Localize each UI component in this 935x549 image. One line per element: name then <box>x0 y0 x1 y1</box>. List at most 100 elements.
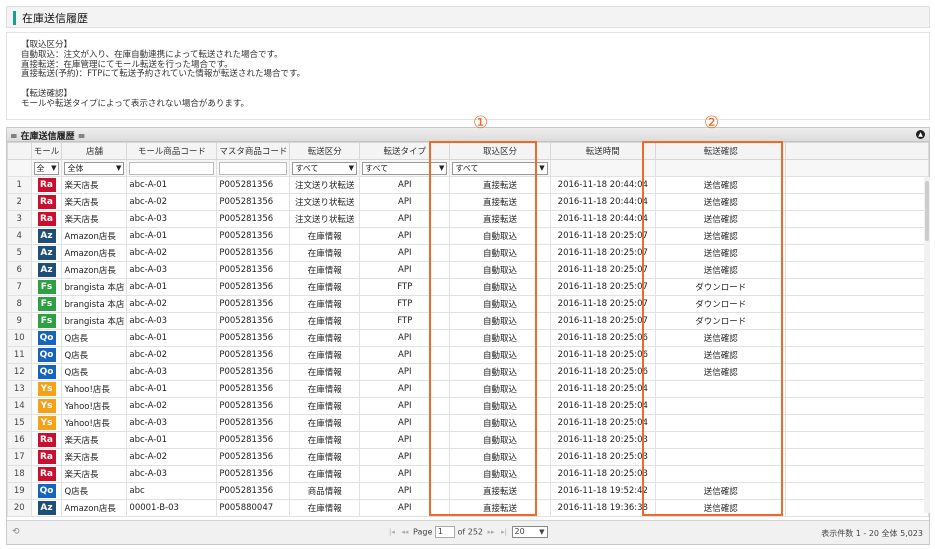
spacer-cell <box>785 482 929 500</box>
time-cell: 2016-11-18 19:36:38 <box>549 499 657 517</box>
mall-badge-cell: Az <box>30 244 63 262</box>
store-cell: 楽天店長 <box>61 210 128 228</box>
send-type-cell: 在庫情報 <box>289 278 361 296</box>
mall-badge-cell: Qo <box>30 482 63 500</box>
annotation-mark-1: ① <box>473 113 489 133</box>
spacer-cell <box>785 176 929 194</box>
highlight-box-confirm <box>642 141 783 516</box>
mall-code-cell: abc-A-01 <box>126 176 218 194</box>
time-cell: 2016-11-18 20:25:07 <box>549 244 657 262</box>
mall-badge-icon: Ys <box>37 416 56 430</box>
mall-code-cell: abc-A-02 <box>126 397 218 415</box>
spacer-cell <box>785 295 929 313</box>
send-type-cell: 在庫情報 <box>289 312 361 330</box>
store-cell: 楽天店長 <box>61 431 128 449</box>
vertical-scrollbar[interactable] <box>924 177 930 513</box>
master-code-cell: P005281356 <box>216 210 291 228</box>
info-line <box>21 80 921 90</box>
mall-badge-cell: Qo <box>30 346 63 364</box>
send-type-filter-select[interactable]: すべて ▼ <box>292 161 358 175</box>
mall-badge-cell: Qo <box>30 329 63 347</box>
mall-badge-icon: Az <box>37 263 56 277</box>
mall-badge-icon: Ra <box>37 450 56 464</box>
master-code-cell: P005281356 <box>216 346 291 364</box>
send-type-cell: 在庫情報 <box>289 244 361 262</box>
column-header-send-type[interactable]: 転送区分 <box>289 142 361 160</box>
page-number-input[interactable]: 1 <box>434 526 455 538</box>
row-number: 15 <box>7 414 32 432</box>
mall-badge-icon: Ra <box>37 195 56 209</box>
title-accent <box>13 11 16 25</box>
row-number: 2 <box>7 193 32 211</box>
time-cell: 2016-11-18 20:25:04 <box>549 397 657 415</box>
column-header-time[interactable]: 転送時間 <box>549 142 657 160</box>
scrollbar-thumb[interactable] <box>925 181 929 241</box>
collapse-icon[interactable]: ▲ <box>916 130 925 139</box>
master-code-cell: P005281356 <box>216 465 291 483</box>
master-code-cell: P005880047 <box>216 499 291 517</box>
prev-page-icon[interactable]: ◂◂ <box>399 528 410 536</box>
time-cell: 2016-11-18 20:25:07 <box>549 261 657 279</box>
mall-badge-cell: Ra <box>30 193 63 211</box>
first-page-icon[interactable]: |◂ <box>387 528 397 536</box>
mall-badge-icon: Qo <box>37 484 56 498</box>
time-cell: 2016-11-18 20:25:03 <box>549 448 657 466</box>
master-code-cell: P005281356 <box>216 329 291 347</box>
spacer-cell <box>785 499 929 517</box>
row-number: 12 <box>7 363 32 381</box>
spacer-cell <box>785 193 929 211</box>
column-header-store[interactable]: 店舗 <box>61 142 128 160</box>
spacer-cell <box>785 261 929 279</box>
rows-per-page-select[interactable]: 20 ▼ <box>511 526 548 538</box>
store-cell: Yahoo!店長 <box>61 380 128 398</box>
store-cell: Q店長 <box>61 363 128 381</box>
send-type-cell: 在庫情報 <box>289 380 361 398</box>
row-number: 17 <box>7 448 32 466</box>
spacer-cell <box>785 244 929 262</box>
time-cell: 2016-11-18 20:44:04 <box>549 176 657 194</box>
row-number: 9 <box>7 312 32 330</box>
send-type-cell: 在庫情報 <box>289 397 361 415</box>
store-cell: Q店長 <box>61 482 128 500</box>
last-page-icon[interactable]: ▸| <box>499 528 509 536</box>
filter-rownum <box>7 159 32 177</box>
mall-code-cell: 00001-B-03 <box>126 499 218 517</box>
panel-header: = 在庫送信履歴 = ▲ <box>7 128 929 142</box>
mall-badge-icon: Qo <box>37 331 56 345</box>
master-code-cell: P005281356 <box>216 414 291 432</box>
column-header-mall[interactable]: モール <box>30 142 63 160</box>
store-filter-select[interactable]: 全体 ▼ <box>64 161 125 175</box>
store-cell: Yahoo!店長 <box>61 397 128 415</box>
row-number: 18 <box>7 465 32 483</box>
mall-badge-icon: Ra <box>37 212 56 226</box>
mall-badge-icon: Fs <box>37 280 56 294</box>
send-type-cell: 在庫情報 <box>289 448 361 466</box>
column-header-mall-code[interactable]: モール商品コード <box>126 142 218 160</box>
mall-code-cell: abc-A-03 <box>126 210 218 228</box>
mall-badge-cell: Ys <box>30 414 63 432</box>
row-number: 5 <box>7 244 32 262</box>
spacer-cell <box>785 312 929 330</box>
send-type-cell: 在庫情報 <box>289 261 361 279</box>
store-cell: Q店長 <box>61 329 128 347</box>
send-type-cell: 注文送り状転送 <box>289 210 361 228</box>
mall-badge-cell: Fs <box>30 312 63 330</box>
time-cell: 2016-11-18 20:44:04 <box>549 193 657 211</box>
spacer-cell <box>785 465 929 483</box>
master-code-cell: P005281356 <box>216 397 291 415</box>
column-header-master-code[interactable]: マスタ商品コード <box>216 142 291 160</box>
refresh-icon[interactable]: ⟲ <box>12 527 20 537</box>
row-number: 3 <box>7 210 32 228</box>
send-type-cell: 注文送り状転送 <box>289 193 361 211</box>
mall-code-cell: abc-A-03 <box>126 261 218 279</box>
send-type-cell: 在庫情報 <box>289 346 361 364</box>
store-cell: brangista 本店 <box>61 295 128 313</box>
mall-filter-select[interactable]: 全 ▼ <box>33 161 60 175</box>
mall-badge-icon: Qo <box>37 348 56 362</box>
master-code-filter-input[interactable] <box>219 161 288 175</box>
next-page-icon[interactable]: ▸▸ <box>486 528 497 536</box>
time-cell: 2016-11-18 20:44:04 <box>549 210 657 228</box>
mall-badge-icon: Az <box>37 501 56 515</box>
send-type-cell: 在庫情報 <box>289 329 361 347</box>
mall-code-filter-input[interactable] <box>129 161 215 175</box>
